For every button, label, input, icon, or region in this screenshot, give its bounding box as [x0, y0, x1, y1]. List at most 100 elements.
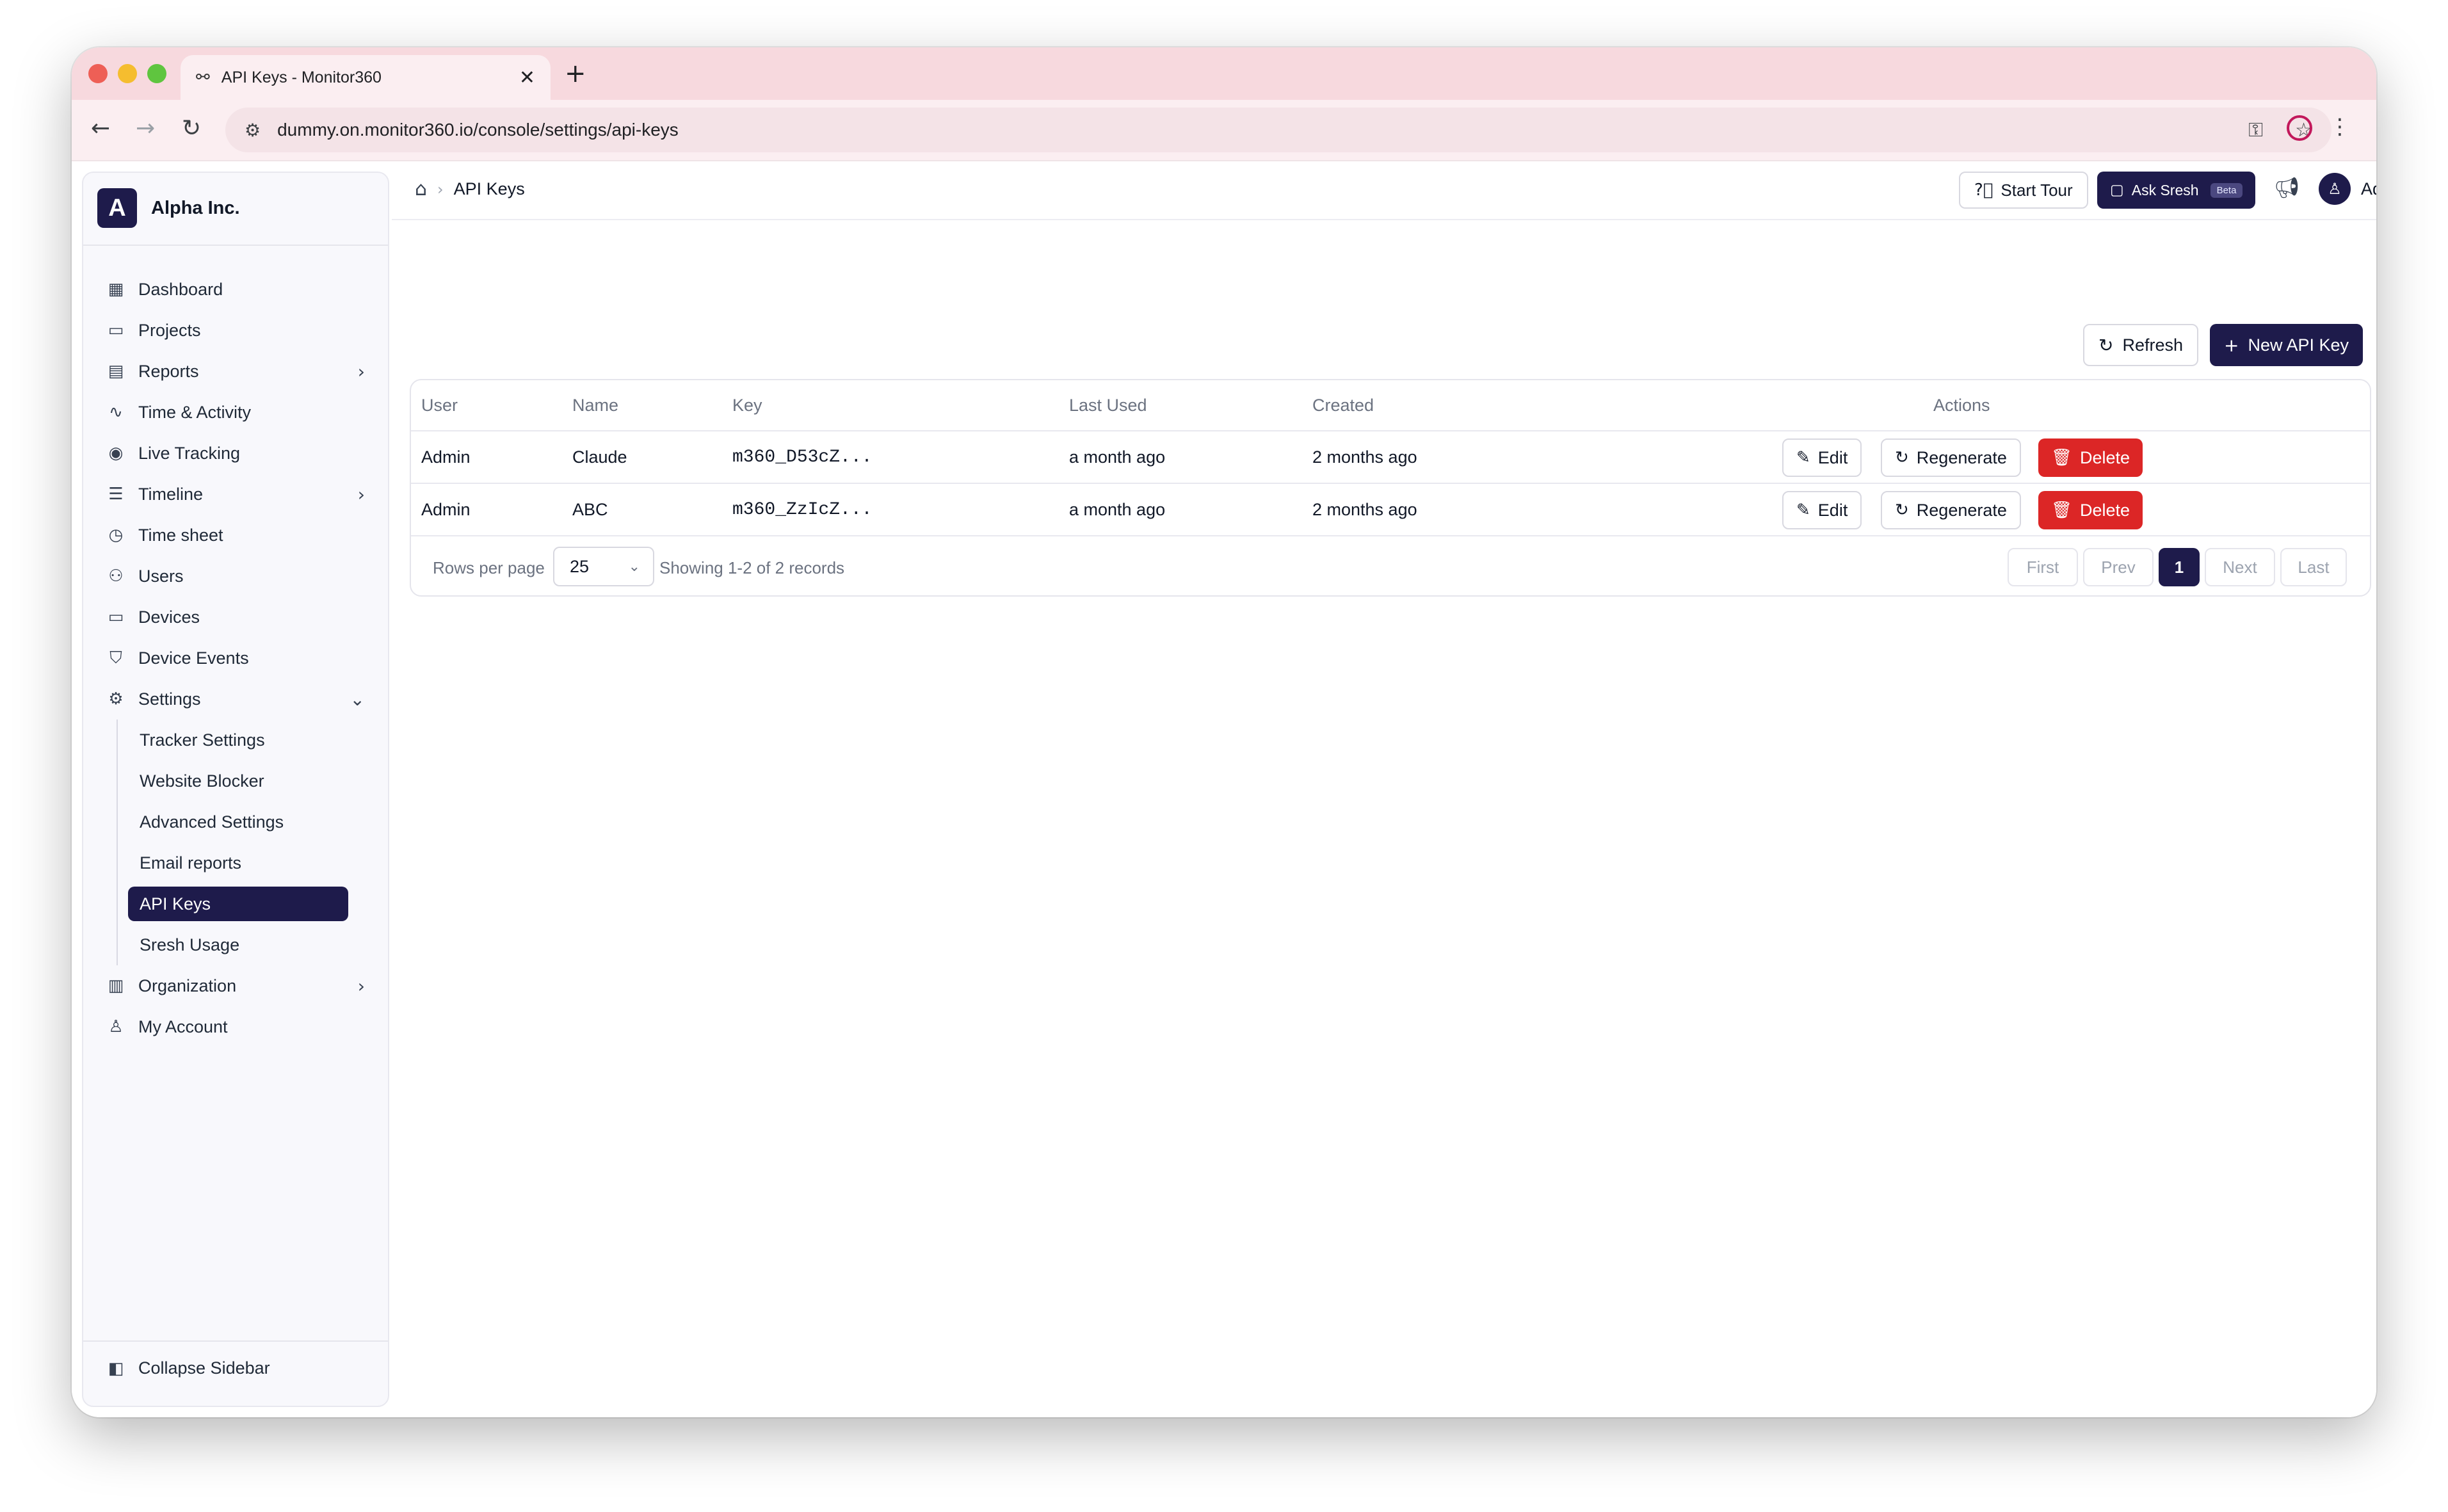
sidebar-item-projects[interactable]: ▭ Projects — [83, 310, 388, 351]
cell-last-used: a month ago — [1069, 499, 1166, 519]
sidebar-item-live-tracking[interactable]: ◉ Live Tracking — [83, 433, 388, 474]
settings-submenu: Tracker Settings Website Blocker Advance… — [117, 720, 388, 965]
edit-button[interactable]: ✎ Edit — [1782, 438, 1862, 477]
cell-last-used: a month ago — [1069, 447, 1166, 467]
regenerate-button[interactable]: ↻ Regenerate — [1881, 491, 2021, 529]
regenerate-icon: ↻ — [1895, 501, 1909, 520]
sidebar-item-reports[interactable]: ▤ Reports › — [83, 351, 388, 392]
site-info-icon[interactable]: ⚙ — [245, 120, 261, 141]
tab-strip: ⚯ API Keys - Monitor360 ✕ + — [72, 47, 2376, 100]
tab-close-icon[interactable]: ✕ — [519, 67, 535, 89]
column-header: Key — [732, 395, 762, 415]
shield-icon: ⛉ — [109, 648, 122, 668]
browser-window: ⚯ API Keys - Monitor360 ✕ + ← → ↻ ⚙ dumm… — [72, 47, 2376, 1417]
next-page-button[interactable]: Next — [2205, 548, 2275, 586]
sidebar-item-label: Organization — [138, 976, 237, 995]
chevron-down-icon: ⌄ — [350, 688, 365, 710]
table-pagination: Rows per page 25 ⌄ Showing 1-2 of 2 reco… — [411, 536, 2370, 598]
password-key-icon[interactable]: ⚿ — [2248, 119, 2263, 141]
sidebar-item-organization[interactable]: ▥ Organization › — [83, 965, 388, 1006]
announcements-megaphone-icon[interactable]: 📢︎ — [2274, 175, 2300, 200]
regenerate-label: Regenerate — [1916, 500, 2007, 520]
cell-key: m360_D53cZ... — [732, 447, 873, 467]
sidebar-item-device-events[interactable]: ⛉ Device Events — [83, 638, 388, 679]
minimize-window-button[interactable] — [118, 64, 137, 83]
page-1-button[interactable]: 1 — [2159, 548, 2200, 586]
dashboard-icon: ▦ — [108, 280, 124, 299]
browser-tab[interactable]: ⚯ API Keys - Monitor360 ✕ — [181, 55, 551, 100]
sidebar-subitem-advanced-settings[interactable]: Advanced Settings — [128, 801, 348, 842]
ask-sresh-label: Ask Sresh — [2131, 181, 2199, 198]
collapse-sidebar-label: Collapse Sidebar — [138, 1358, 270, 1378]
sidebar-item-my-account[interactable]: ♙ My Account — [83, 1006, 388, 1047]
column-header: User — [421, 395, 458, 415]
building-icon: ▥ — [108, 976, 124, 995]
new-api-key-label: New API Key — [2248, 335, 2349, 355]
delete-label: Delete — [2080, 447, 2130, 467]
sidebar-subitem-api-keys[interactable]: API Keys — [128, 887, 348, 921]
table-row: Admin Claude m360_D53cZ... a month ago 2… — [411, 431, 2370, 484]
refresh-button[interactable]: ↻ Refresh — [2083, 324, 2199, 366]
help-circle-icon: ?⃝ — [1974, 181, 1993, 200]
collapse-sidebar-button[interactable]: ◧ Collapse Sidebar — [105, 1358, 270, 1378]
regenerate-button[interactable]: ↻ Regenerate — [1881, 438, 2021, 477]
sidebar-item-time-sheet[interactable]: ◷ Time sheet — [83, 515, 388, 556]
sidebar-item-label: Live Tracking — [138, 443, 241, 463]
sidebar-subitem-tracker-settings[interactable]: Tracker Settings — [128, 720, 348, 760]
gear-icon: ⚙ — [108, 689, 124, 709]
edit-button[interactable]: ✎ Edit — [1782, 491, 1862, 529]
last-page-button[interactable]: Last — [2280, 548, 2347, 586]
maximize-window-button[interactable] — [147, 64, 166, 83]
delete-button[interactable]: 🗑︎ Delete — [2038, 491, 2143, 529]
rows-per-page-label: Rows per page — [433, 558, 545, 577]
sidebar-subitem-sresh-usage[interactable]: Sresh Usage — [128, 924, 348, 965]
cell-key: m360_ZzIcZ... — [732, 499, 873, 520]
url-text[interactable]: dummy.on.monitor360.io/console/settings/… — [277, 120, 2216, 140]
avatar: ♙ — [2319, 173, 2351, 205]
sidebar-item-label: My Account — [138, 1017, 228, 1036]
api-keys-table: User Name Key Last Used Created Actions … — [410, 379, 2371, 597]
reload-icon[interactable]: ↻ — [182, 115, 201, 141]
start-tour-button[interactable]: ?⃝ Start Tour — [1959, 172, 2088, 209]
beta-badge: Beta — [2210, 182, 2243, 198]
activity-icon: ∿ — [109, 403, 123, 422]
delete-label: Delete — [2080, 500, 2130, 520]
sidebar-item-label: Device Events — [138, 648, 249, 668]
table-row: Admin ABC m360_ZzIcZ... a month ago 2 mo… — [411, 484, 2370, 536]
org-switcher[interactable]: A Alpha Inc. — [97, 188, 240, 228]
sidebar-item-settings[interactable]: ⚙ Settings ⌄ — [83, 679, 388, 720]
forward-icon[interactable]: → — [136, 115, 155, 141]
regenerate-icon: ↻ — [1895, 448, 1909, 467]
new-tab-icon[interactable]: + — [565, 59, 586, 88]
broadcast-icon: ◉ — [108, 444, 124, 463]
menu-dots-icon[interactable]: ⋮ — [2329, 114, 2351, 140]
delete-button[interactable]: 🗑︎ Delete — [2038, 438, 2143, 477]
plus-icon: + — [2224, 334, 2239, 356]
chevron-down-icon: ⌄ — [628, 558, 640, 575]
sidebar: A Alpha Inc. ▦ Dashboard ▭ Projects ▤ Re… — [82, 172, 389, 1407]
regenerate-label: Regenerate — [1916, 447, 2007, 467]
users-icon: ⚇ — [108, 567, 124, 586]
sidebar-item-users[interactable]: ⚇ Users — [83, 556, 388, 597]
ask-sresh-button[interactable]: ▢ Ask Sresh Beta — [2097, 172, 2256, 209]
sidebar-item-time-activity[interactable]: ∿ Time & Activity — [83, 392, 388, 433]
address-bar[interactable]: ⚙ dummy.on.monitor360.io/console/setting… — [225, 108, 2331, 152]
sidebar-item-devices[interactable]: ▭ Devices — [83, 597, 388, 638]
new-api-key-button[interactable]: + New API Key — [2210, 324, 2363, 366]
prev-page-button[interactable]: Prev — [2083, 548, 2154, 586]
sidebar-subitem-website-blocker[interactable]: Website Blocker — [128, 760, 348, 801]
user-menu[interactable]: ♙ Admin — [2319, 173, 2376, 205]
chat-icon: ▢ — [2110, 182, 2124, 198]
close-window-button[interactable] — [88, 64, 108, 83]
sidebar-item-timeline[interactable]: ☰ Timeline › — [83, 474, 388, 515]
cell-name: ABC — [572, 499, 608, 519]
profile-icon[interactable] — [2287, 115, 2312, 141]
sidebar-subitem-email-reports[interactable]: Email reports — [128, 842, 348, 883]
chevron-right-icon: › — [357, 483, 365, 505]
back-icon[interactable]: ← — [91, 115, 110, 141]
rows-per-page-select[interactable]: 25 ⌄ — [553, 547, 654, 586]
home-icon[interactable]: ⌂ — [415, 178, 427, 200]
sidebar-item-dashboard[interactable]: ▦ Dashboard — [83, 269, 388, 310]
first-page-button[interactable]: First — [2008, 548, 2078, 586]
sidebar-item-label: Projects — [138, 320, 201, 340]
